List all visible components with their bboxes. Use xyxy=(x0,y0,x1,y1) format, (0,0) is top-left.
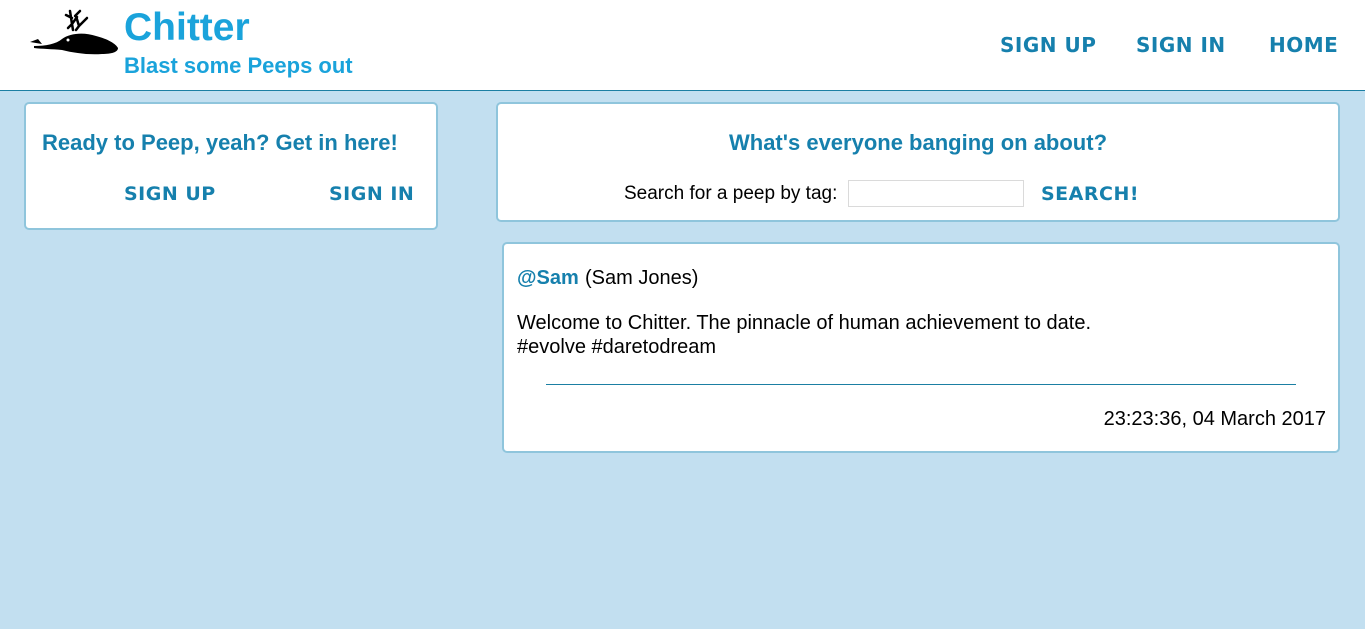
welcome-panel: Ready to Peep, yeah? Get in here! SIGN U… xyxy=(24,102,438,230)
peep-card: @Sam (Sam Jones) Welcome to Chitter. The… xyxy=(502,242,1340,453)
peep-message: Welcome to Chitter. The pinnacle of huma… xyxy=(517,312,1092,334)
search-panel: What's everyone banging on about? Search… xyxy=(496,102,1340,222)
tag-search-input[interactable] xyxy=(848,180,1024,207)
nav-sign-in-link[interactable]: SIGN IN xyxy=(1136,33,1226,57)
welcome-heading: Ready to Peep, yeah? Get in here! xyxy=(42,130,398,155)
search-label: Search for a peep by tag: xyxy=(624,183,838,204)
peep-divider xyxy=(546,384,1296,385)
site-title[interactable]: Chitter xyxy=(124,6,250,50)
site-header: Chitter Blast some Peeps out SIGN UP SIG… xyxy=(0,0,1365,91)
peep-author-name: (Sam Jones) xyxy=(585,267,699,289)
search-heading: What's everyone banging on about? xyxy=(728,130,1108,155)
peep-timestamp: 23:23:36, 04 March 2017 xyxy=(1103,408,1326,430)
nav-home-link[interactable]: HOME xyxy=(1269,33,1338,57)
nav-sign-up-link[interactable]: SIGN UP xyxy=(1000,33,1096,57)
peep-tags: #evolve #daretodream xyxy=(517,336,717,358)
dead-bird-icon[interactable] xyxy=(30,6,122,58)
search-button[interactable]: SEARCH! xyxy=(1041,182,1139,206)
panel-sign-up-link[interactable]: SIGN UP xyxy=(124,182,216,206)
site-tagline: Blast some Peeps out xyxy=(124,53,353,78)
peep-handle-link[interactable]: @Sam xyxy=(517,266,579,290)
panel-sign-in-link[interactable]: SIGN IN xyxy=(329,182,414,206)
